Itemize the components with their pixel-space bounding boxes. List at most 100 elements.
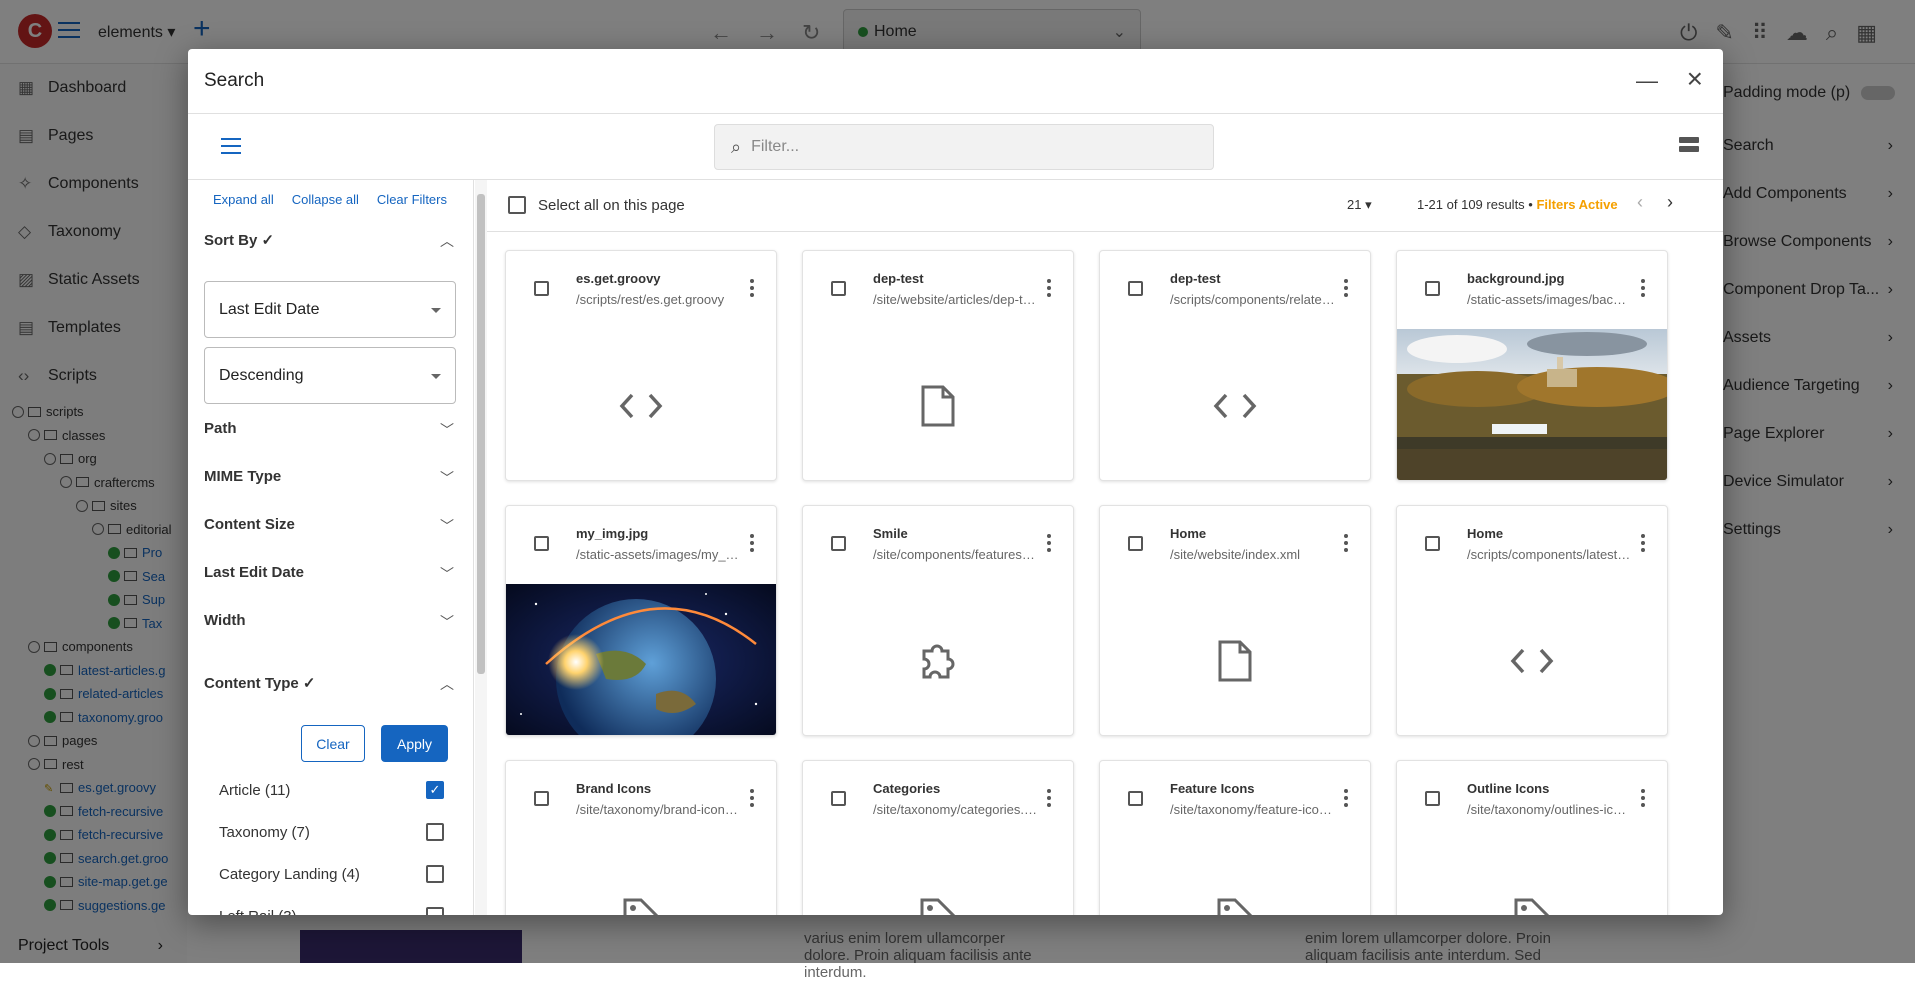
- filter-section[interactable]: Last Edit Date﹀: [204, 564, 454, 584]
- more-options-icon[interactable]: [1344, 789, 1348, 810]
- content-type-option[interactable]: Left Rail (3): [219, 907, 444, 915]
- more-options-icon[interactable]: [1641, 789, 1645, 810]
- card-path: /site/taxonomy/brand-icons.xml: [576, 802, 741, 817]
- apply-button[interactable]: Apply: [381, 725, 448, 762]
- more-options-icon[interactable]: [750, 789, 754, 810]
- result-card[interactable]: dep-test/scripts/components/related-arti…: [1099, 250, 1371, 481]
- code-icon: [1100, 329, 1370, 481]
- card-path: /scripts/rest/es.get.groovy: [576, 292, 741, 307]
- card-checkbox[interactable]: [1425, 536, 1440, 551]
- result-card[interactable]: dep-test/site/website/articles/dep-test/…: [802, 250, 1074, 481]
- pagination[interactable]: ‹›: [1637, 192, 1673, 213]
- card-checkbox[interactable]: [1128, 791, 1143, 806]
- more-options-icon[interactable]: [1047, 279, 1051, 300]
- card-name: Outline Icons: [1467, 781, 1647, 796]
- result-card[interactable]: background.jpg/static-assets/images/back…: [1396, 250, 1668, 481]
- filter-actions: Expand all Collapse all Clear Filters: [213, 192, 447, 207]
- result-card[interactable]: es.get.groovy/scripts/rest/es.get.groovy: [505, 250, 777, 481]
- search-icon: ⌕: [731, 137, 741, 158]
- sort-order-select[interactable]: Descending: [204, 347, 456, 404]
- content-type-label: Article (11): [219, 782, 290, 799]
- minimize-icon[interactable]: —: [1636, 68, 1658, 94]
- more-options-icon[interactable]: [750, 534, 754, 555]
- chevron-down-icon: ﹀: [440, 420, 454, 440]
- chevron-down-icon: ﹀: [440, 612, 454, 632]
- content-type-section[interactable]: Content Type ✓︿: [204, 674, 454, 694]
- card-checkbox[interactable]: [534, 791, 549, 806]
- filter-section[interactable]: MIME Type﹀: [204, 468, 454, 488]
- card-path: /site/taxonomy/categories.xml: [873, 802, 1038, 817]
- close-icon[interactable]: ×: [1687, 63, 1703, 95]
- card-name: Feature Icons: [1170, 781, 1350, 796]
- results-grid: es.get.groovy/scripts/rest/es.get.groovy…: [487, 233, 1707, 915]
- more-options-icon[interactable]: [1641, 279, 1645, 300]
- result-card[interactable]: Smile/site/components/features/smile.xml: [802, 505, 1074, 736]
- expand-all-link[interactable]: Expand all: [213, 192, 274, 207]
- content-type-checkbox[interactable]: [426, 865, 444, 883]
- results-count: 1-21 of 109 results • Filters Active: [1417, 197, 1618, 212]
- more-options-icon[interactable]: [1047, 534, 1051, 555]
- dialog-header: Search — ×: [188, 49, 1723, 114]
- filter-section-label: Path: [204, 420, 237, 440]
- content-type-option[interactable]: Category Landing (4): [219, 865, 444, 883]
- content-type-checkbox[interactable]: [426, 907, 444, 915]
- card-checkbox[interactable]: [1128, 281, 1143, 296]
- result-card[interactable]: Feature Icons/site/taxonomy/feature-icon…: [1099, 760, 1371, 915]
- card-path: /site/components/features/smile.xml: [873, 547, 1038, 562]
- filter-input[interactable]: ⌕Filter...: [714, 124, 1214, 170]
- result-card[interactable]: Categories/site/taxonomy/categories.xml: [802, 760, 1074, 915]
- card-name: background.jpg: [1467, 271, 1647, 286]
- chevron-up-icon: ︿: [440, 674, 454, 694]
- content-type-checkbox[interactable]: ✓: [426, 781, 444, 799]
- more-options-icon[interactable]: [1047, 789, 1051, 810]
- card-path: /static-assets/images/my_img.jpg: [576, 547, 741, 562]
- results-area: Select all on this page 21 ▾ 1-21 of 109…: [487, 180, 1723, 915]
- content-type-option[interactable]: Article (11) ✓: [219, 781, 444, 799]
- more-options-icon[interactable]: [1344, 279, 1348, 300]
- card-name: Smile: [873, 526, 1053, 541]
- clear-button[interactable]: Clear: [301, 725, 365, 762]
- results-header: Select all on this page 21 ▾ 1-21 of 109…: [487, 180, 1723, 232]
- select-all-checkbox[interactable]: Select all on this page: [508, 196, 685, 214]
- next-page-icon[interactable]: ›: [1667, 192, 1673, 212]
- card-path: /site/taxonomy/outlines-icons.xml: [1467, 802, 1632, 817]
- card-checkbox[interactable]: [1425, 281, 1440, 296]
- view-mode-icon[interactable]: [1679, 137, 1699, 155]
- more-options-icon[interactable]: [1344, 534, 1348, 555]
- card-checkbox[interactable]: [534, 536, 549, 551]
- card-checkbox[interactable]: [831, 281, 846, 296]
- prev-page-icon[interactable]: ‹: [1637, 192, 1643, 212]
- filter-section[interactable]: Content Size﹀: [204, 516, 454, 536]
- more-options-icon[interactable]: [1641, 534, 1645, 555]
- sort-field-select[interactable]: Last Edit Date: [204, 281, 456, 338]
- card-name: es.get.groovy: [576, 271, 756, 286]
- clear-filters-link[interactable]: Clear Filters: [377, 192, 447, 207]
- card-checkbox[interactable]: [831, 536, 846, 551]
- result-card[interactable]: Home/site/website/index.xml: [1099, 505, 1371, 736]
- dialog-toolbar: ⌕Filter...: [188, 114, 1723, 180]
- content-type-checkbox[interactable]: [426, 823, 444, 841]
- filter-section-label: MIME Type: [204, 468, 281, 488]
- sidebar-scrollbar[interactable]: [475, 180, 487, 915]
- content-type-label: Taxonomy (7): [219, 824, 310, 841]
- filter-section[interactable]: Path ﹀: [204, 420, 454, 440]
- filter-section[interactable]: Width﹀: [204, 612, 454, 632]
- filters-menu-icon[interactable]: [221, 138, 241, 159]
- more-options-icon[interactable]: [750, 279, 754, 300]
- card-checkbox[interactable]: [534, 281, 549, 296]
- dialog-title: Search: [204, 70, 264, 92]
- card-name: Brand Icons: [576, 781, 756, 796]
- sort-by-section[interactable]: Sort By ✓︿: [204, 231, 454, 251]
- card-checkbox[interactable]: [1128, 536, 1143, 551]
- result-card[interactable]: Outline Icons/site/taxonomy/outlines-ico…: [1396, 760, 1668, 915]
- card-checkbox[interactable]: [831, 791, 846, 806]
- card-path: /scripts/components/latest-articles.groo…: [1467, 547, 1632, 562]
- result-card[interactable]: Home/scripts/components/latest-articles.…: [1396, 505, 1668, 736]
- per-page-select[interactable]: 21 ▾: [1347, 197, 1372, 213]
- collapse-all-link[interactable]: Collapse all: [292, 192, 359, 207]
- card-checkbox[interactable]: [1425, 791, 1440, 806]
- result-card[interactable]: my_img.jpg/static-assets/images/my_img.j…: [505, 505, 777, 736]
- page-icon: [1100, 584, 1370, 736]
- content-type-option[interactable]: Taxonomy (7): [219, 823, 444, 841]
- result-card[interactable]: Brand Icons/site/taxonomy/brand-icons.xm…: [505, 760, 777, 915]
